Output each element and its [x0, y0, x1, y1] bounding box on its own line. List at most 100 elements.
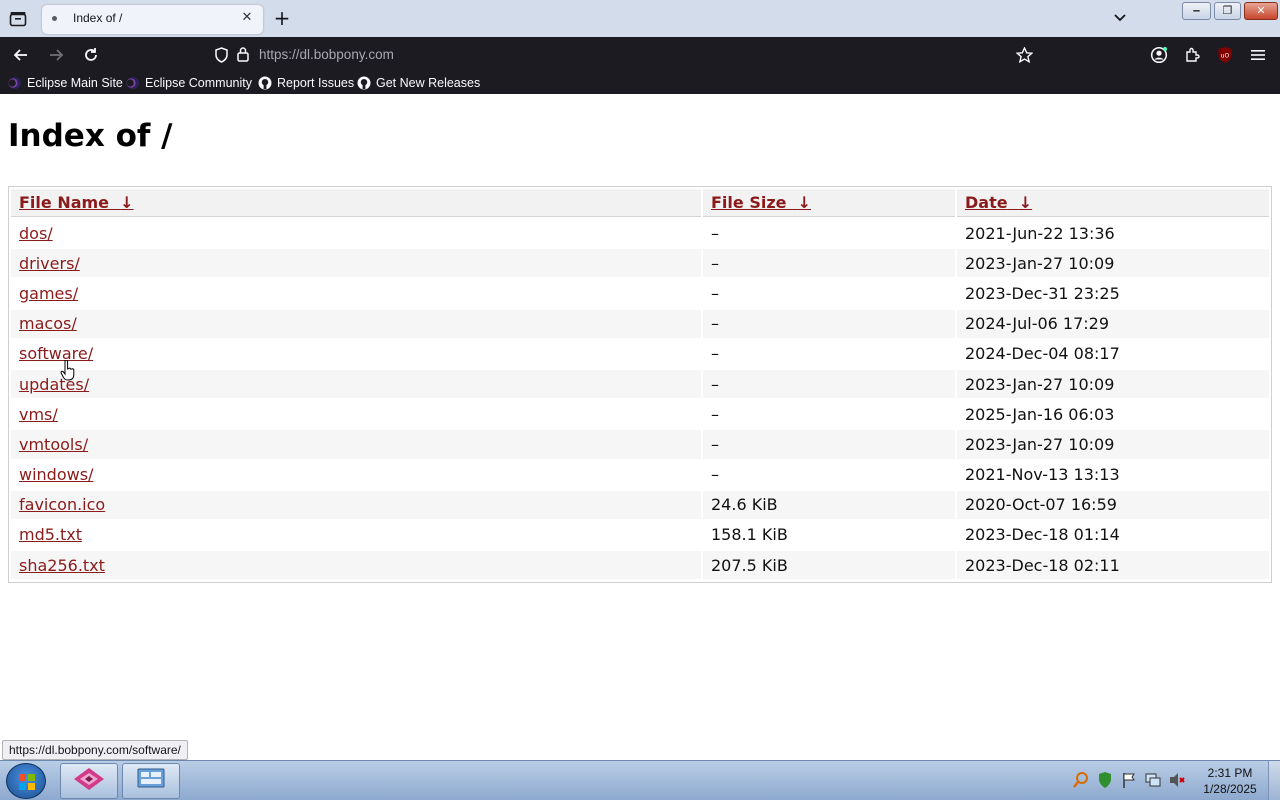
start-button[interactable] — [6, 763, 46, 799]
table-row: software/ – 2024-Dec-04 08:17 — [11, 340, 1269, 368]
page-title: Index of / — [8, 118, 173, 154]
clock-time: 2:31 PM — [1207, 766, 1253, 780]
file-link[interactable]: drivers/ — [19, 254, 80, 273]
tab-close-icon[interactable]: ✕ — [239, 10, 255, 26]
file-link[interactable]: windows/ — [19, 465, 93, 484]
sort-by-date-link[interactable]: Date ↓ — [965, 193, 1032, 212]
new-tab-icon[interactable]: + — [272, 8, 292, 28]
column-header-label: Date — [965, 193, 1008, 212]
search-tray-icon[interactable] — [1072, 771, 1090, 789]
table-row: updates/ –2023-Jan-27 10:09 — [11, 369, 1269, 399]
file-date: 2024-Jul-06 17:29 — [957, 309, 1269, 338]
github-icon — [357, 76, 371, 90]
file-link[interactable]: md5.txt — [19, 525, 82, 544]
bookmark-get-new-releases[interactable]: Get New Releases — [357, 74, 480, 92]
file-link[interactable]: macos/ — [19, 314, 77, 333]
forward-icon[interactable] — [45, 44, 67, 66]
windows-taskbar: 2:31 PM 1/28/2025 — [0, 760, 1280, 800]
tracking-protection-icon[interactable] — [214, 47, 229, 67]
volume-muted-icon[interactable] — [1168, 771, 1186, 789]
url-bar[interactable]: https://dl.bobpony.com — [206, 41, 1040, 69]
close-window-button[interactable]: ✕ — [1244, 2, 1278, 20]
column-header-label: File Name — [19, 193, 110, 212]
eclipse-icon — [126, 76, 140, 90]
file-link[interactable]: dos/ — [19, 224, 53, 243]
table-row: vms/ – 2025-Jan-16 06:03 — [11, 400, 1269, 428]
column-header-label: File Size — [711, 193, 787, 212]
page-content: Index of / File Name ↓ File Size ↓ Date … — [0, 94, 1280, 760]
table-row: sha256.txt 207.5 KiB 2023-Dec-18 02:11 — [11, 551, 1269, 580]
file-size: – — [703, 309, 955, 338]
url-text[interactable]: https://dl.bobpony.com — [259, 47, 394, 62]
firefox-view-icon[interactable] — [8, 9, 28, 29]
browser-titlebar: Index of / ✕ + ‒ ❐ ✕ — [0, 0, 1280, 37]
file-size: – — [703, 369, 955, 399]
ublock-origin-icon[interactable]: uO — [1214, 44, 1236, 66]
file-link[interactable]: updates/ — [19, 375, 89, 394]
navigation-toolbar: https://dl.bobpony.com uO — [0, 37, 1280, 72]
table-row: drivers/ –2023-Jan-27 10:09 — [11, 249, 1269, 278]
file-size: 158.1 KiB — [711, 525, 788, 545]
bookmark-report-issues[interactable]: Report Issues — [258, 74, 354, 92]
file-date: 2025-Jan-16 06:03 — [965, 404, 1115, 424]
column-header-date[interactable]: Date ↓ — [957, 189, 1269, 217]
table-row: md5.txt 158.1 KiB 2023-Dec-18 01:14 — [11, 521, 1269, 549]
extensions-icon[interactable] — [1181, 44, 1203, 66]
minimize-button[interactable]: ‒ — [1182, 2, 1211, 20]
control-panel-icon — [135, 766, 167, 796]
file-link[interactable]: vmtools/ — [19, 435, 88, 454]
file-link[interactable]: vms/ — [19, 405, 58, 424]
restore-button[interactable]: ❐ — [1214, 2, 1241, 20]
menu-icon[interactable] — [1247, 44, 1269, 66]
file-date: 2021-Nov-13 13:13 — [965, 465, 1120, 485]
file-date: 2021-Jun-22 13:36 — [965, 223, 1115, 243]
github-icon — [258, 76, 272, 90]
taskbar-floorp-browser[interactable] — [60, 763, 118, 799]
table-row: windows/ – 2021-Nov-13 13:13 — [11, 461, 1269, 489]
svg-text:uO: uO — [1221, 53, 1230, 60]
reload-icon[interactable] — [80, 44, 102, 66]
file-link[interactable]: games/ — [19, 284, 78, 303]
file-size: 207.5 KiB — [703, 551, 955, 580]
file-date: 2023-Jan-27 10:09 — [957, 369, 1269, 399]
hand-cursor-icon — [60, 359, 76, 382]
file-link[interactable]: software/ — [19, 344, 93, 363]
sort-by-name-link[interactable]: File Name ↓ — [19, 193, 134, 212]
show-desktop-button[interactable] — [1268, 761, 1280, 800]
bookmark-eclipse-community[interactable]: Eclipse Community — [126, 74, 252, 92]
file-date: 2024-Dec-04 08:17 — [965, 344, 1120, 364]
bookmark-label: Eclipse Main Site — [27, 76, 123, 90]
tab-index[interactable]: Index of / ✕ — [42, 5, 263, 34]
sort-by-size-link[interactable]: File Size ↓ — [711, 193, 811, 212]
file-date: 2023-Dec-31 23:25 — [965, 283, 1120, 303]
bookmark-star-icon[interactable] — [1015, 46, 1034, 67]
back-icon[interactable] — [10, 44, 32, 66]
file-size: – — [711, 465, 719, 485]
taskbar-clock[interactable]: 2:31 PM 1/28/2025 — [1195, 765, 1265, 797]
security-shield-icon[interactable] — [1096, 771, 1114, 789]
bookmarks-toolbar: Eclipse Main Site Eclipse Community Repo… — [0, 72, 1280, 94]
account-icon[interactable] — [1148, 44, 1170, 66]
bookmark-label: Report Issues — [277, 76, 355, 90]
action-center-flag-icon[interactable] — [1120, 771, 1138, 789]
taskbar-control-panel[interactable] — [122, 763, 180, 799]
file-date: 2023-Dec-18 01:14 — [965, 525, 1120, 545]
column-header-file-size[interactable]: File Size ↓ — [703, 189, 955, 217]
table-row: games/ – 2023-Dec-31 23:25 — [11, 279, 1269, 307]
file-link[interactable]: favicon.ico — [19, 495, 105, 514]
bookmark-eclipse-main-site[interactable]: Eclipse Main Site — [8, 74, 123, 92]
lock-icon[interactable] — [236, 46, 250, 67]
list-all-tabs-icon[interactable] — [1112, 9, 1132, 27]
file-listing: File Name ↓ File Size ↓ Date ↓ dos/–2021… — [8, 186, 1272, 583]
tab-favicon-icon — [52, 16, 57, 21]
table-row: dos/ – 2021-Jun-22 13:36 — [11, 219, 1269, 247]
table-row: vmtools/ –2023-Jan-27 10:09 — [11, 430, 1269, 459]
network-icon[interactable] — [1144, 771, 1162, 789]
floorp-browser-icon — [72, 766, 106, 796]
sort-arrow-icon: ↓ — [1018, 193, 1033, 212]
column-header-file-name[interactable]: File Name ↓ — [11, 189, 701, 217]
file-link[interactable]: sha256.txt — [19, 556, 105, 575]
file-size: – — [703, 249, 955, 278]
sort-arrow-icon: ↓ — [797, 193, 812, 212]
file-date: 2020-Oct-07 16:59 — [957, 490, 1269, 519]
